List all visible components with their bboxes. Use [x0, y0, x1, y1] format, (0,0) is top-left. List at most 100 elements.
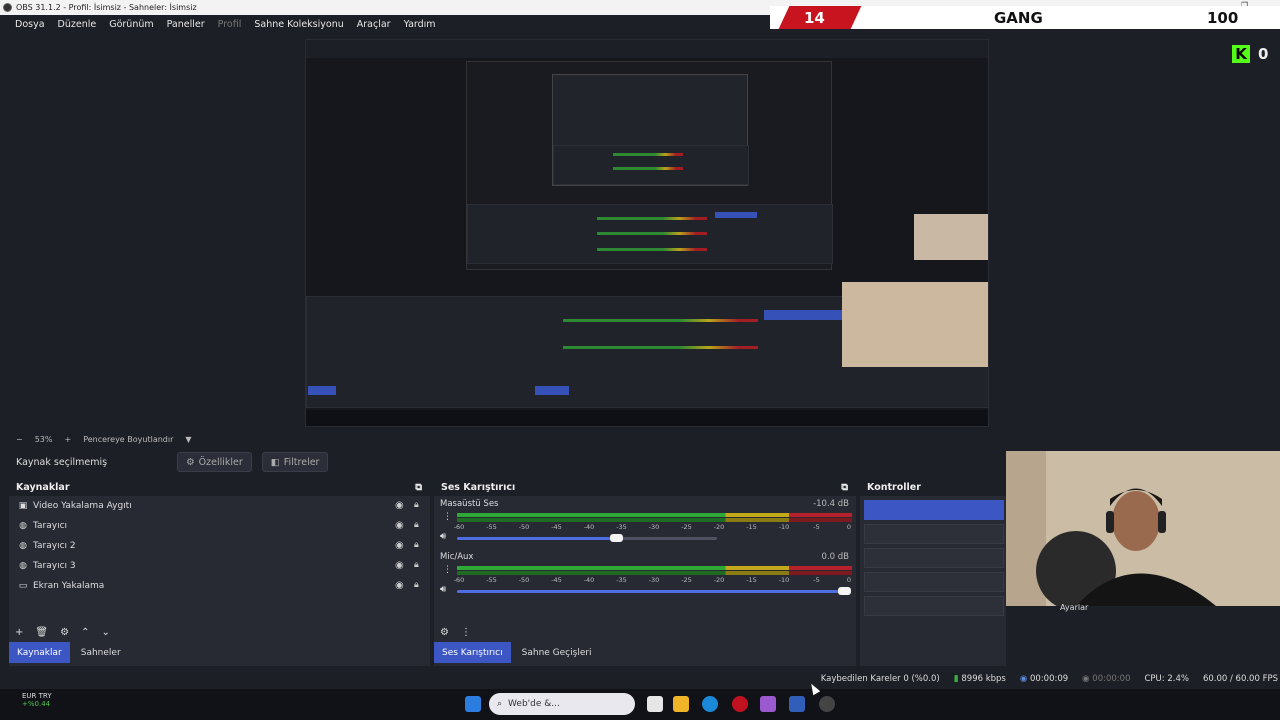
lock-icon[interactable]: 🔒︎	[414, 520, 419, 530]
menu-help[interactable]: Yardım	[404, 19, 436, 30]
globe-icon: ◍	[19, 541, 27, 551]
mixer-tabs: Ses Karıştırıcı Sahne Geçişleri	[434, 642, 600, 664]
source-label: Tarayıcı	[33, 521, 68, 531]
menu-file[interactable]: Dosya	[15, 19, 45, 30]
bitrate: ▮ 8996 kbps	[954, 674, 1006, 684]
volume-knob[interactable]	[838, 587, 851, 595]
volume-slider[interactable]	[457, 587, 851, 595]
source-item[interactable]: ◍ Tarayıcı ◉ 🔒︎	[0, 517, 425, 535]
menu-tools[interactable]: Araçlar	[357, 19, 391, 30]
lock-icon[interactable]: 🔒︎	[414, 540, 419, 550]
tab-scenes[interactable]: Sahneler	[72, 642, 129, 663]
tab-scene-transitions[interactable]: Sahne Geçişleri	[513, 642, 600, 663]
source-item[interactable]: ◍ Tarayıcı 2 ◉ 🔒︎	[0, 537, 425, 555]
nested-meter	[563, 346, 758, 349]
tab-sources[interactable]: Kaynaklar	[9, 642, 70, 663]
source-item[interactable]: ◍ Tarayıcı 3 ◉ 🔒︎	[0, 557, 425, 575]
eye-icon[interactable]: ◉	[395, 560, 404, 571]
fit-to-window[interactable]: Pencereye Boyutlandır	[83, 435, 173, 444]
windows-start-icon[interactable]	[465, 696, 481, 712]
menu-view[interactable]: Görünüm	[109, 19, 153, 30]
lock-icon[interactable]: 🔒︎	[414, 560, 419, 570]
more-icon[interactable]: ⋮	[461, 627, 471, 638]
lock-icon[interactable]: 🔒︎	[414, 500, 419, 510]
lock-icon[interactable]: 🔒︎	[414, 580, 419, 590]
obs-taskbar-icon[interactable]	[819, 696, 835, 712]
chevron-down-icon[interactable]: ⌄	[101, 627, 109, 638]
scoreboard-overlay: 14 GANG 100	[770, 6, 1280, 29]
eye-icon[interactable]: ◉	[395, 500, 404, 511]
properties-button[interactable]: ⚙ Özellikler	[177, 452, 252, 472]
volume-fill	[457, 590, 851, 593]
volume-fill	[457, 537, 624, 540]
ticker-line1: EUR TRY	[22, 692, 52, 700]
weather-widget[interactable]: EUR TRY +%0.44	[22, 692, 52, 708]
settings-button[interactable]	[864, 596, 1004, 616]
gear-icon: ⚙	[186, 456, 195, 468]
filters-button[interactable]: ◧ Filtreler	[261, 452, 329, 472]
mixer-toolbar: ⚙ ⋮	[434, 624, 856, 640]
menu-docks[interactable]: Paneller	[167, 19, 205, 30]
meter-tick-label: -25	[681, 523, 692, 531]
audio-meter	[457, 518, 852, 522]
start-streaming-button[interactable]	[864, 500, 1004, 520]
source-item[interactable]: ▭ Ekran Yakalama ◉ 🔒︎	[0, 577, 425, 595]
opera-icon[interactable]	[732, 696, 748, 712]
task-view-icon[interactable]	[647, 696, 663, 712]
sources-list: ▣ Video Yakalama Aygıtı ◉ 🔒︎ ◍ Tarayıcı …	[9, 496, 430, 666]
more-icon[interactable]: ⋮	[443, 565, 452, 575]
add-icon[interactable]: +	[15, 627, 23, 638]
controls-title: Kontroller	[867, 481, 921, 493]
file-explorer-icon[interactable]	[673, 696, 689, 712]
nested-control-button	[764, 310, 842, 320]
copilot-icon[interactable]	[760, 696, 776, 712]
nested-taskbar	[306, 410, 988, 426]
studio-mode-button[interactable]	[864, 572, 1004, 592]
virtual-camera-button[interactable]	[864, 548, 1004, 568]
meter-tick-label: -10	[778, 523, 790, 531]
store-icon[interactable]	[789, 696, 805, 712]
globe-icon: ◍	[19, 561, 27, 571]
volume-slider[interactable]	[457, 534, 717, 542]
eye-icon[interactable]: ◉	[395, 540, 404, 551]
speaker-icon[interactable]: 🔊︎	[440, 531, 446, 542]
advanced-audio-icon[interactable]: ⚙	[440, 627, 449, 638]
nested-meter	[597, 248, 707, 251]
search-icon: ⌕	[497, 699, 503, 709]
meter-scale: -60 -55 -50 -45 -40 -35 -30 -25 -20 -15 -10 -5 0	[454, 523, 852, 532]
preview-canvas[interactable]	[305, 39, 989, 427]
kick-counter: K 0	[1232, 45, 1268, 63]
tab-audio-mixer[interactable]: Ses Karıştırıcı	[434, 642, 511, 663]
menu-edit[interactable]: Düzenle	[58, 19, 97, 30]
gear-icon[interactable]: ⚙	[60, 627, 69, 638]
nested-menubar	[306, 40, 988, 58]
undock-icon[interactable]: ⧉	[415, 482, 422, 493]
meter-tick-label: -30	[648, 523, 660, 531]
source-item[interactable]: ▣ Video Yakalama Aygıtı ◉ 🔒︎	[0, 497, 425, 515]
score-team: GANG	[994, 9, 1043, 27]
volume-knob[interactable]	[610, 534, 624, 542]
meter-tick-label: -30	[648, 576, 660, 584]
meter-tick-label: -55	[486, 576, 497, 584]
edge-icon[interactable]	[702, 696, 718, 712]
undock-icon[interactable]: ⧉	[841, 482, 848, 493]
chevron-up-icon[interactable]: ⌃	[81, 627, 89, 638]
start-recording-button[interactable]	[864, 524, 1004, 544]
taskbar-search[interactable]: ⌕ Web'de &...	[489, 693, 635, 715]
sources-toolbar: + 🗑︎ ⚙ ⌃ ⌄	[9, 624, 430, 640]
meter-tick-label: -20	[713, 523, 725, 531]
more-icon[interactable]: ⋮	[443, 512, 452, 522]
zoom-out-button[interactable]: −	[16, 435, 23, 444]
nested-meter	[613, 153, 683, 156]
menu-scene-collection[interactable]: Sahne Koleksiyonu	[254, 19, 343, 30]
eye-icon[interactable]: ◉	[395, 580, 404, 591]
menu-profile[interactable]: Profil	[218, 19, 242, 30]
chevron-down-icon[interactable]: ▼	[185, 435, 191, 444]
os-taskbar: ⌕ Web'de &...	[0, 689, 1280, 720]
sources-dock: Kaynaklar ⧉ ▣ Video Yakalama Aygıtı ◉ 🔒︎…	[9, 478, 430, 666]
speaker-icon[interactable]: 🔊︎	[440, 584, 446, 595]
eye-icon[interactable]: ◉	[395, 520, 404, 531]
zoom-in-button[interactable]: +	[64, 435, 71, 444]
trash-icon[interactable]: 🗑︎	[35, 627, 48, 638]
meter-scale: -60 -55 -50 -45 -40 -35 -30 -25 -20 -15 -10 -5 0	[454, 576, 852, 585]
